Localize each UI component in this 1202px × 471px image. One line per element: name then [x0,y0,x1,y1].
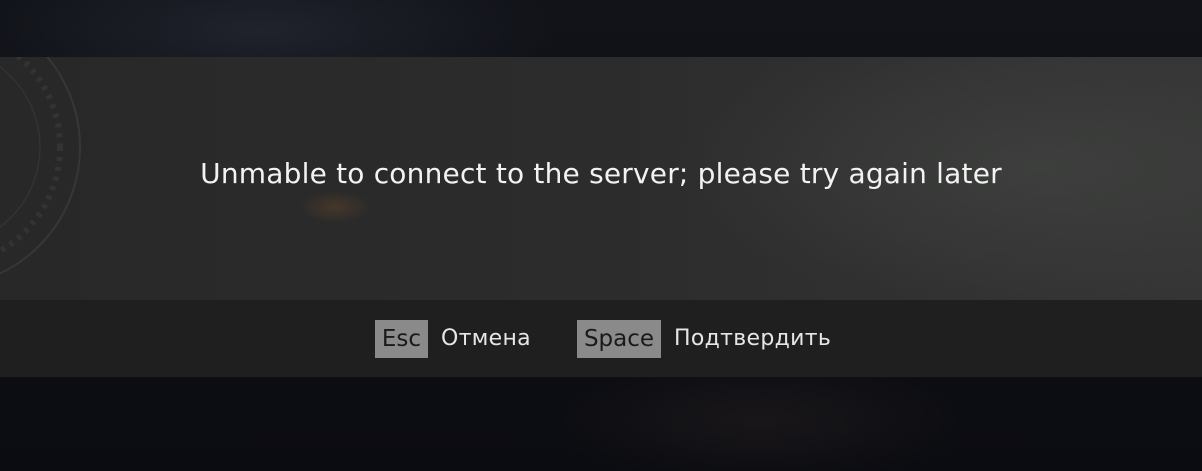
esc-key-badge: Esc [374,319,429,358]
dialog-controls-bar: Esc Отмена Space Подтвердить [0,300,1202,377]
cancel-action[interactable]: Esc Отмена [374,319,531,358]
cancel-label: Отмена [441,326,531,351]
confirm-label: Подтвердить [674,326,832,351]
space-key-badge: Space [576,319,662,358]
error-message: Unmable to connect to the server; please… [200,157,1002,190]
error-dialog: Unmable to connect to the server; please… [0,57,1202,300]
confirm-action[interactable]: Space Подтвердить [576,319,832,358]
